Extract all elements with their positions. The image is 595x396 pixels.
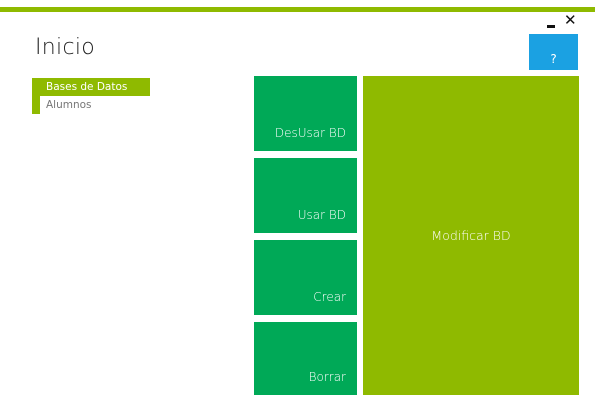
close-icon[interactable]: ✕ [564, 12, 577, 28]
side-navigation: Bases de Datos Alumnos [32, 78, 152, 114]
nav-item-alumnos[interactable]: Alumnos [32, 96, 150, 114]
help-button[interactable]: ? [529, 34, 578, 70]
desusar-bd-tile[interactable]: DesUsar BD [254, 76, 357, 151]
crear-label: Crear [313, 290, 346, 304]
window-controls: ✕ [547, 12, 583, 34]
modificar-bd-label: Modificar BD [431, 228, 511, 243]
minimize-icon[interactable] [547, 25, 555, 28]
borrar-tile[interactable]: Borrar [254, 322, 357, 395]
borrar-label: Borrar [308, 370, 346, 384]
top-accent-bar [0, 7, 595, 12]
desusar-bd-label: DesUsar BD [274, 126, 346, 140]
modificar-bd-tile[interactable]: Modificar BD [363, 76, 579, 395]
nav-item-bases-de-datos[interactable]: Bases de Datos [32, 78, 150, 96]
crear-tile[interactable]: Crear [254, 240, 357, 315]
usar-bd-tile[interactable]: Usar BD [254, 158, 357, 233]
page-title: Inicio [35, 35, 96, 60]
usar-bd-label: Usar BD [297, 208, 346, 222]
